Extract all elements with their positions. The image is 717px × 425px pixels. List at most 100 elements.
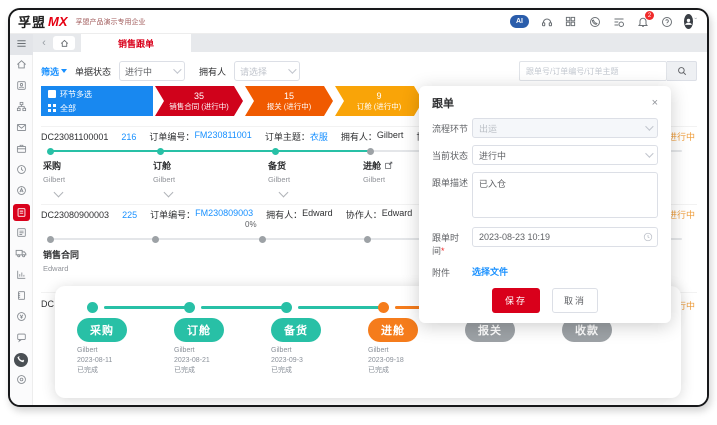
- sidebar-item-marketing[interactable]: [10, 181, 33, 202]
- timeline-dot: [47, 148, 54, 155]
- followup-time-label: 跟单时间*: [432, 227, 472, 257]
- tasks-icon[interactable]: [612, 15, 625, 28]
- expand-chevron-icon[interactable]: [55, 188, 63, 196]
- followup-time-input[interactable]: [472, 227, 658, 247]
- chevron-down-icon: [173, 65, 181, 73]
- clock-icon: [643, 232, 653, 242]
- headset-icon[interactable]: [540, 15, 553, 28]
- sidebar-item-reports[interactable]: [10, 265, 33, 286]
- sidebar-item-orders-active[interactable]: [10, 202, 33, 223]
- sidebar-item-notes[interactable]: [10, 286, 33, 307]
- sidebar-menu-toggle[interactable]: [10, 34, 33, 55]
- timeline-dot: [364, 236, 371, 243]
- multi-select-label: 环节多选: [60, 89, 92, 100]
- sidebar-item-mail[interactable]: [10, 118, 33, 139]
- apps-grid-icon[interactable]: [564, 15, 577, 28]
- stage-block-stock[interactable]: 备货 Gilbert: [268, 159, 368, 184]
- stage-block-contract[interactable]: 销售合同 Edward: [43, 248, 79, 273]
- notebook-icon: [16, 288, 27, 306]
- sidebar-item-schedule[interactable]: [10, 160, 33, 181]
- ai-badge[interactable]: AI: [510, 15, 529, 28]
- choose-file-link[interactable]: 选择文件: [472, 262, 508, 278]
- stage-segment-booking[interactable]: 9 订舱 (进行中): [335, 86, 423, 116]
- doc-count-badge[interactable]: 225: [122, 210, 137, 220]
- sidebar-item-finance[interactable]: [10, 307, 33, 328]
- search-button[interactable]: [667, 61, 697, 81]
- user-avatar[interactable]: ˇ: [684, 15, 697, 28]
- sidebar-item-settings[interactable]: [10, 370, 33, 391]
- current-status-select[interactable]: 进行中: [472, 145, 658, 165]
- stage-pill[interactable]: 订舱: [174, 318, 224, 342]
- sidebar-item-work[interactable]: [10, 139, 33, 160]
- expand-chevron-icon[interactable]: [280, 188, 288, 196]
- description-label: 跟单描述: [432, 172, 472, 220]
- stage-status: 已完成: [368, 366, 465, 376]
- page-content: 筛选 单据状态 进行中 拥有人 请选择: [33, 52, 707, 407]
- save-button[interactable]: 保存: [492, 288, 540, 313]
- filter-toggle[interactable]: 筛选: [41, 65, 67, 78]
- timeline-line-done: [50, 150, 370, 152]
- current-status-value: 进行中: [479, 149, 506, 162]
- sidebar-item-contacts[interactable]: [10, 76, 33, 97]
- chevron-down-icon: ˇ: [694, 17, 697, 26]
- org-subtitle: 孚盟产品演示专用企业: [76, 17, 146, 27]
- stage-status: 已完成: [271, 366, 368, 376]
- search-icon: [677, 66, 687, 76]
- owner-select[interactable]: 请选择: [234, 61, 300, 81]
- stage-name: 销售合同: [43, 248, 79, 261]
- stage-dot: [87, 302, 98, 313]
- menu-icon: [16, 36, 27, 54]
- sidebar-item-documents[interactable]: [10, 223, 33, 244]
- stage-block-purchase[interactable]: 采购 Gilbert: [43, 159, 143, 184]
- search-input[interactable]: [519, 61, 667, 81]
- org-icon: [16, 99, 27, 117]
- timeline-dot: [367, 148, 374, 155]
- close-icon[interactable]: ×: [652, 98, 658, 108]
- tab-sales-followup[interactable]: 销售跟单: [81, 34, 191, 52]
- chevron-down-icon: [288, 65, 296, 73]
- chevron-down-icon: [645, 122, 653, 130]
- multi-select-checkbox[interactable]: [48, 90, 56, 98]
- stage-block-booking[interactable]: 订舱 Gilbert: [153, 159, 253, 184]
- stage-person: Gilbert: [368, 346, 465, 356]
- expand-chevron-icon[interactable]: [165, 188, 173, 196]
- timeline-dot: [152, 236, 159, 243]
- required-asterisk: *: [441, 246, 445, 256]
- sidebar-item-home[interactable]: [10, 55, 33, 76]
- stage-dot: [281, 302, 292, 313]
- back-chevron-icon[interactable]: ‹: [37, 37, 51, 49]
- description-textarea[interactable]: 已入仓: [472, 172, 658, 218]
- doc-count-badge[interactable]: 216: [121, 132, 136, 142]
- cancel-button[interactable]: 取消: [552, 288, 598, 313]
- stage-date: 2023-09-3: [271, 356, 368, 366]
- stage-all-segment[interactable]: 环节多选 全部: [41, 86, 153, 116]
- help-icon[interactable]: [660, 15, 673, 28]
- stage-pill[interactable]: 备货: [271, 318, 321, 342]
- stage-pill[interactable]: 采购: [77, 318, 127, 342]
- sidebar-item-logistics[interactable]: [10, 244, 33, 265]
- phone-circle-icon: [14, 353, 28, 367]
- phone-icon[interactable]: [588, 15, 601, 28]
- edit-icon[interactable]: [384, 161, 393, 170]
- segment-count: 15: [245, 91, 333, 102]
- sidebar-item-org[interactable]: [10, 97, 33, 118]
- sidebar-item-chat[interactable]: [10, 328, 33, 349]
- filter-label: 筛选: [41, 65, 59, 78]
- popup-stage-stock: 备货 Gilbert 2023-09-3 已完成: [271, 302, 368, 398]
- bell-icon[interactable]: 2: [636, 15, 649, 28]
- stage-segment-customs[interactable]: 15 报关 (进行中): [245, 86, 333, 116]
- stage-person: Gilbert: [77, 346, 174, 356]
- sidebar-item-phone[interactable]: [10, 349, 33, 370]
- popup-stage-booking: 订舱 Gilbert 2023-08-21 已完成: [174, 302, 271, 398]
- process-step-label: 流程环节: [432, 118, 472, 138]
- process-step-select[interactable]: 出运: [472, 118, 658, 138]
- stage-person: Gilbert: [153, 175, 253, 184]
- tab-bar: ‹ 销售跟单: [33, 34, 707, 52]
- home-tab-button[interactable]: [53, 36, 75, 50]
- stage-segment-contract[interactable]: 35 销售合同 (进行中): [155, 86, 243, 116]
- stage-pill[interactable]: 进舱: [368, 318, 418, 342]
- doc-status-select[interactable]: 进行中: [119, 61, 185, 81]
- doc-status-label: 单据状态: [75, 65, 111, 78]
- segment-count: 9: [335, 91, 423, 102]
- stage-person: Edward: [43, 264, 79, 273]
